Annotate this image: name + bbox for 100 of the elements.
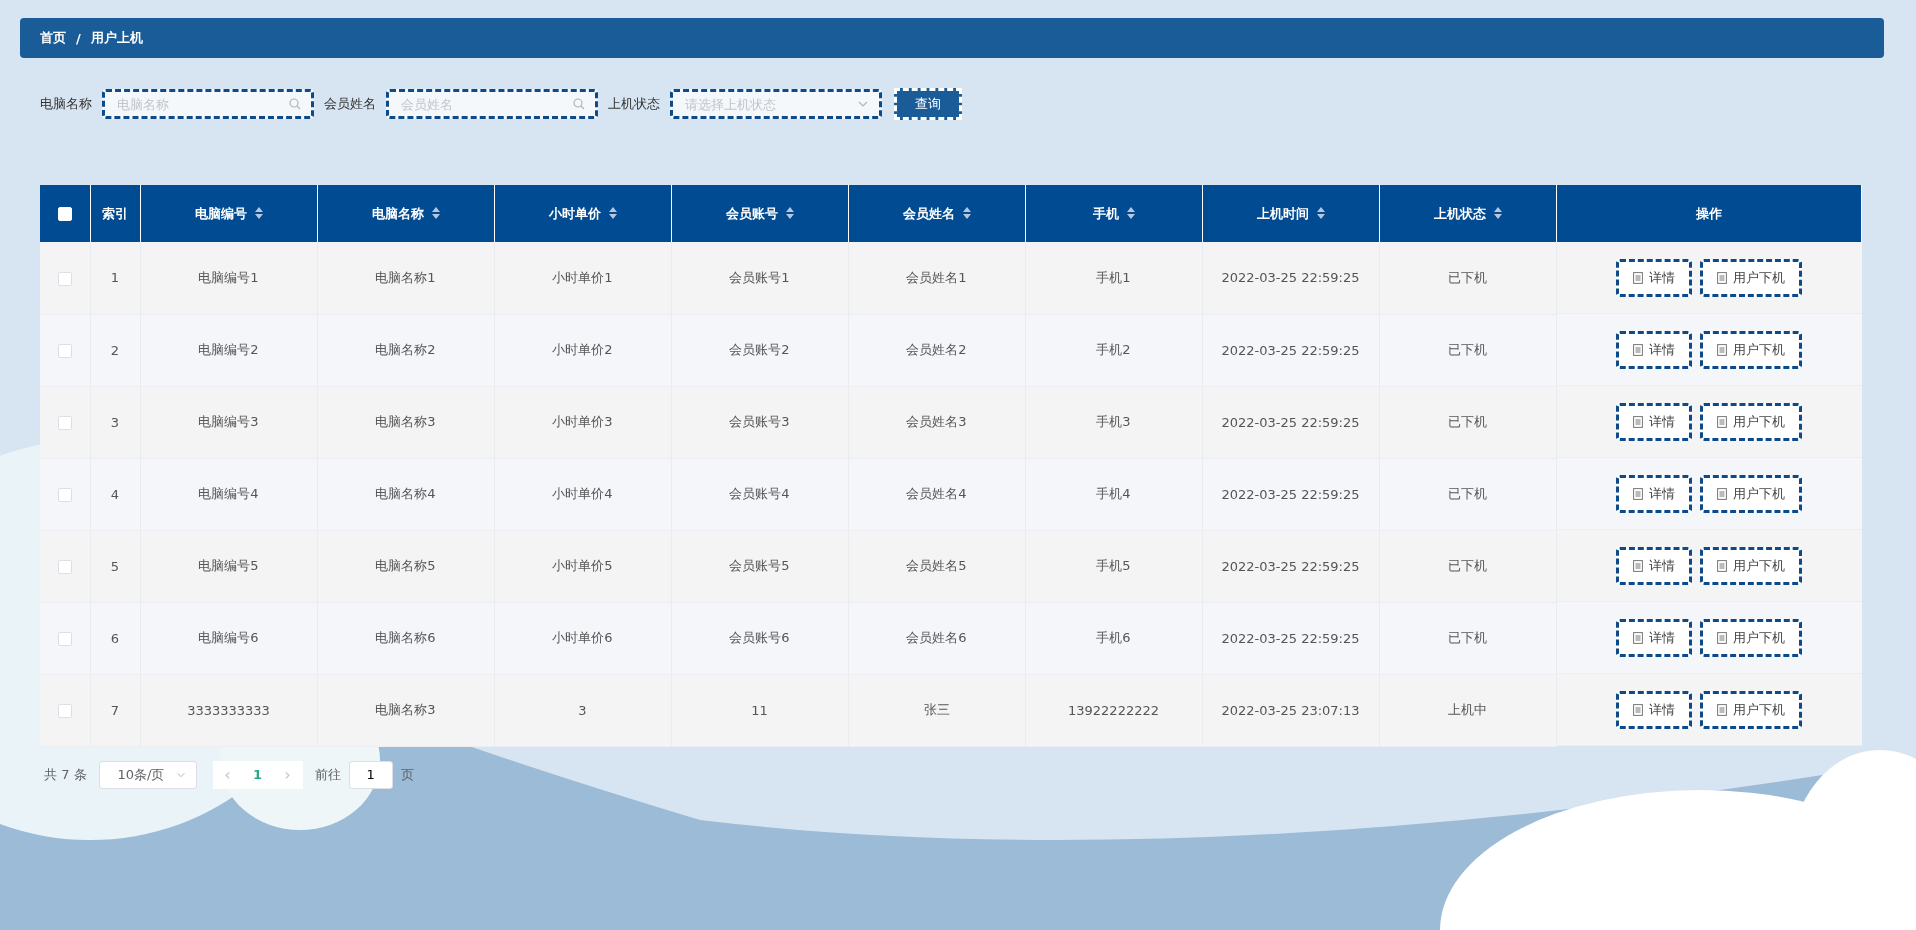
column-header[interactable]: 上机时间	[1202, 185, 1379, 242]
table-cell: 2022-03-25 22:59:25	[1202, 458, 1379, 530]
filter-label: 电脑名称	[40, 95, 92, 113]
document-icon	[1633, 271, 1643, 284]
document-icon	[1633, 559, 1643, 572]
row-checkbox[interactable]	[57, 559, 72, 574]
table-cell: 电脑编号2	[140, 314, 317, 386]
table-cell: 电脑编号5	[140, 530, 317, 602]
column-header[interactable]: 上机状态	[1379, 185, 1556, 242]
total-count: 共 7 条	[44, 765, 87, 784]
table-cell: 电脑名称3	[317, 386, 494, 458]
column-header[interactable]: 电脑名称	[317, 185, 494, 242]
table-cell: 已下机	[1379, 314, 1556, 386]
table-cell: 会员姓名4	[848, 458, 1025, 530]
table-cell: 手机6	[1025, 602, 1202, 674]
row-checkbox[interactable]	[57, 271, 72, 286]
table-cell: 电脑名称6	[317, 602, 494, 674]
table-cell: 电脑编号4	[140, 458, 317, 530]
column-header[interactable]: 小时单价	[494, 185, 671, 242]
table-cell: 1	[90, 242, 140, 314]
column-header: 操作	[1556, 185, 1862, 242]
goto-label: 前往	[314, 765, 341, 784]
logout-user-button[interactable]: 用户下机	[1700, 258, 1802, 297]
table-cell: 会员姓名1	[848, 242, 1025, 314]
logout-user-button[interactable]: 用户下机	[1700, 546, 1802, 585]
table-cell: 电脑名称4	[317, 458, 494, 530]
table-cell: 小时单价6	[494, 602, 671, 674]
table-cell: 会员账号2	[671, 314, 848, 386]
table-cell: 电脑名称1	[317, 242, 494, 314]
table-cell: 3333333333	[140, 674, 317, 746]
column-header[interactable]: 会员姓名	[848, 185, 1025, 242]
table-cell: 已下机	[1379, 242, 1556, 314]
document-icon	[1633, 415, 1643, 428]
table-cell: 小时单价4	[494, 458, 671, 530]
logout-user-button[interactable]: 用户下机	[1700, 690, 1802, 729]
logout-user-button[interactable]: 用户下机	[1700, 402, 1802, 441]
table-cell: 张三	[848, 674, 1025, 746]
table-cell: 会员姓名5	[848, 530, 1025, 602]
document-icon	[1717, 631, 1727, 644]
table-cell: 电脑名称3	[317, 674, 494, 746]
document-icon	[1717, 271, 1727, 284]
column-header[interactable]: 会员账号	[671, 185, 848, 242]
column-header[interactable]: 手机	[1025, 185, 1202, 242]
table-cell: 手机4	[1025, 458, 1202, 530]
table-cell: 3	[494, 674, 671, 746]
table-cell: 已下机	[1379, 602, 1556, 674]
details-button[interactable]: 详情	[1616, 474, 1692, 513]
logout-user-button[interactable]: 用户下机	[1700, 330, 1802, 369]
search-icon	[289, 98, 301, 110]
logout-user-button[interactable]: 用户下机	[1700, 474, 1802, 513]
details-button[interactable]: 详情	[1616, 402, 1692, 441]
table-cell: 已下机	[1379, 386, 1556, 458]
document-icon	[1717, 343, 1727, 356]
query-button[interactable]: 查询	[894, 88, 962, 120]
table-cell: 6	[90, 602, 140, 674]
table-cell: 已下机	[1379, 458, 1556, 530]
breadcrumb-current: 用户上机	[90, 29, 143, 47]
document-icon	[1717, 559, 1727, 572]
table-cell: 会员账号3	[671, 386, 848, 458]
row-checkbox[interactable]	[57, 343, 72, 358]
details-button[interactable]: 详情	[1616, 618, 1692, 657]
table-cell: 小时单价2	[494, 314, 671, 386]
table-cell: 13922222222	[1025, 674, 1202, 746]
row-checkbox[interactable]	[57, 487, 72, 502]
table-cell: 2022-03-25 23:07:13	[1202, 674, 1379, 746]
table-cell: 7	[90, 674, 140, 746]
details-button[interactable]: 详情	[1616, 258, 1692, 297]
breadcrumb-link[interactable]: 首页	[40, 29, 66, 47]
table-cell: 电脑编号6	[140, 602, 317, 674]
table-cell: 2022-03-25 22:59:25	[1202, 314, 1379, 386]
table-cell: 5	[90, 530, 140, 602]
document-icon	[1633, 487, 1643, 500]
table-cell: 会员账号6	[671, 602, 848, 674]
filter-label: 上机状态	[608, 95, 660, 113]
table-cell: 手机3	[1025, 386, 1202, 458]
document-icon	[1633, 703, 1643, 716]
page-size-select[interactable]: 10条/页	[98, 760, 197, 789]
table-cell: 上机中	[1379, 674, 1556, 746]
table-cell: 2022-03-25 22:59:25	[1202, 386, 1379, 458]
row-checkbox[interactable]	[57, 703, 72, 718]
column-header[interactable]: 电脑编号	[140, 185, 317, 242]
details-button[interactable]: 详情	[1616, 330, 1692, 369]
table-cell: 2022-03-25 22:59:25	[1202, 242, 1379, 314]
breadcrumb-separator: /	[76, 30, 81, 46]
row-checkbox[interactable]	[57, 415, 72, 430]
table-cell: 电脑编号3	[140, 386, 317, 458]
table-cell: 手机5	[1025, 530, 1202, 602]
details-button[interactable]: 详情	[1616, 546, 1692, 585]
table-cell: 小时单价3	[494, 386, 671, 458]
table-cell: 电脑名称5	[317, 530, 494, 602]
table-cell: 电脑名称2	[317, 314, 494, 386]
select-all-checkbox[interactable]	[57, 207, 72, 222]
document-icon	[1633, 631, 1643, 644]
filter-label: 会员姓名	[324, 95, 376, 113]
table-cell: 3	[90, 386, 140, 458]
table-cell: 小时单价1	[494, 242, 671, 314]
details-button[interactable]: 详情	[1616, 690, 1692, 729]
table-cell: 会员姓名2	[848, 314, 1025, 386]
logout-user-button[interactable]: 用户下机	[1700, 618, 1802, 657]
row-checkbox[interactable]	[57, 631, 72, 646]
